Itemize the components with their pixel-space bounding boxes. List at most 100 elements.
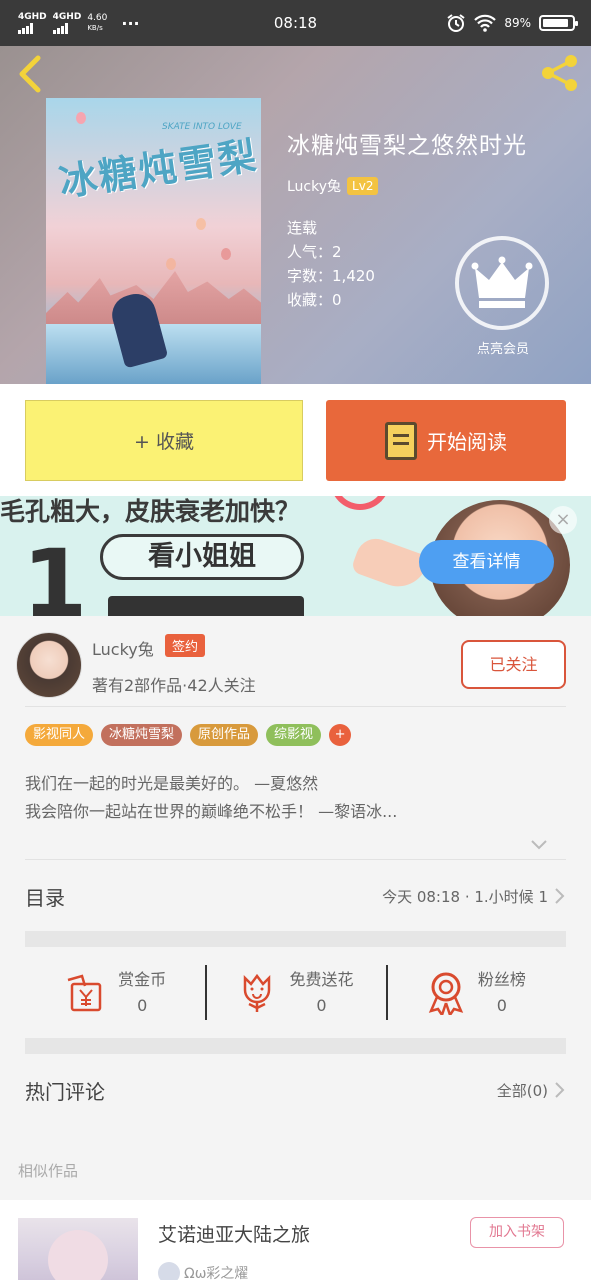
comments-all-text: 全部(0) bbox=[496, 1081, 548, 1100]
catalog-update: 今天 08:18 · 1.小时候 1 bbox=[382, 886, 566, 907]
stats-row: 赏金币 0 免费送花 0 粉丝榜 0 bbox=[25, 953, 566, 1033]
ad-banner[interactable]: 毛孔粗大，皮肤衰老加快？ 1 看小姐姐 查看详情 × bbox=[0, 496, 591, 616]
book-popularity: 人气：2 bbox=[287, 240, 375, 264]
fan-ranking-button[interactable]: 粉丝榜 0 bbox=[385, 953, 566, 1033]
book-detail-screen: 4GHD 4GHD 4.60 KB/s ··· 08:18 89% SKATE … bbox=[0, 0, 591, 1280]
similar-title: 艾诺迪亚大陆之旅 bbox=[158, 1224, 311, 1246]
battery-percent: 89% bbox=[504, 16, 531, 30]
tag-list: 影视同人 冰糖炖雪梨 原创作品 综影视 + bbox=[25, 724, 352, 746]
ad-decoration-bar bbox=[108, 596, 304, 616]
stat-value: 0 bbox=[496, 996, 507, 1015]
balloon-icon bbox=[166, 258, 176, 270]
stat-label: 免费送花 bbox=[289, 970, 354, 989]
tag-item[interactable]: 冰糖炖雪梨 bbox=[101, 724, 183, 746]
similar-cover bbox=[18, 1218, 138, 1280]
stat-value: 0 bbox=[137, 996, 148, 1015]
ad-pill-text: 看小姐姐 bbox=[100, 534, 304, 580]
tag-more-button[interactable]: + bbox=[329, 724, 352, 746]
wifi-icon bbox=[474, 14, 497, 32]
ad-detail-button[interactable]: 查看详情 bbox=[419, 540, 554, 584]
book-words: 字数：1,420 bbox=[287, 264, 375, 288]
status-bar: 4GHD 4GHD 4.60 KB/s ··· 08:18 89% bbox=[0, 0, 591, 46]
popularity-value: 2 bbox=[332, 243, 342, 261]
follow-button[interactable]: 已关注 bbox=[461, 640, 566, 689]
book-favorites: 收藏：0 bbox=[287, 288, 375, 312]
chevron-right-icon bbox=[555, 1082, 565, 1098]
chevron-right-icon bbox=[555, 888, 565, 904]
popularity-label: 人气： bbox=[287, 243, 333, 261]
catalog-update-text: 今天 08:18 · 1.小时候 1 bbox=[382, 887, 548, 906]
catalog-row[interactable]: 目录 今天 08:18 · 1.小时候 1 bbox=[25, 866, 566, 926]
favorites-value: 0 bbox=[332, 291, 342, 309]
detail-section: Lucky兔 签约 著有2部作品·42人关注 已关注 影视同人 冰糖炖雪梨 原创… bbox=[0, 616, 591, 1200]
tag-item[interactable]: 影视同人 bbox=[25, 724, 94, 746]
battery-icon bbox=[539, 15, 578, 31]
ad-hand-image bbox=[350, 533, 430, 595]
start-reading-button[interactable]: 开始阅读 bbox=[326, 400, 566, 481]
stat-label: 赏金币 bbox=[118, 970, 167, 989]
reward-coins-button[interactable]: 赏金币 0 bbox=[25, 953, 205, 1033]
tag-item[interactable]: 综影视 bbox=[266, 724, 322, 746]
send-flower-button[interactable]: 免费送花 0 bbox=[205, 953, 385, 1033]
book-info: 连载 人气：2 字数：1,420 收藏：0 bbox=[287, 216, 375, 312]
book-author[interactable]: Lucky兔 bbox=[287, 176, 341, 196]
book-intro[interactable]: 我们在一起的时光是最美好的。 —夏悠然 我会陪你一起站在世界的巅峰绝不松手！ —… bbox=[25, 770, 566, 826]
ad-headline: 毛孔粗大，皮肤衰老加快？ bbox=[0, 497, 301, 526]
back-button[interactable] bbox=[14, 54, 48, 94]
favorites-label: 收藏： bbox=[287, 291, 333, 309]
cover-title: 冰糖炖雪梨 bbox=[56, 132, 261, 205]
action-bar: + 收藏 开始阅读 bbox=[0, 384, 591, 496]
author-avatar[interactable] bbox=[16, 632, 82, 698]
send-flower-text: 免费送花 0 bbox=[289, 967, 353, 1019]
stat-label: 粉丝榜 bbox=[477, 970, 526, 989]
catalog-label: 目录 bbox=[25, 885, 65, 910]
medal-icon bbox=[428, 972, 463, 1015]
book-author-row: Lucky兔 Lv2 bbox=[287, 176, 379, 196]
similar-work-item[interactable]: 艾诺迪亚大陆之旅 加入书架 Ωω彩之燿 bbox=[0, 1200, 591, 1280]
crown-icon bbox=[471, 256, 533, 308]
similar-author: Ωω彩之燿 bbox=[158, 1262, 248, 1280]
book-status: 连载 bbox=[287, 219, 318, 237]
book-title: 冰糖炖雪梨之悠然时光 bbox=[287, 133, 527, 159]
flower-icon bbox=[244, 973, 271, 1012]
ad-close-button[interactable]: × bbox=[549, 506, 577, 534]
balloon-icon bbox=[76, 112, 86, 124]
reward-coins-text: 赏金币 0 bbox=[118, 967, 166, 1019]
intro-line-1: 我们在一起的时光是最美好的。 —夏悠然 bbox=[25, 774, 319, 793]
book-header: SKATE INTO LOVE 冰糖炖雪梨 冰糖炖雪梨之悠然时光 Lucky兔 … bbox=[0, 46, 591, 384]
comments-all: 全部(0) bbox=[497, 1080, 566, 1101]
signed-badge: 签约 bbox=[165, 634, 206, 657]
ad-number: 1 bbox=[22, 530, 88, 617]
section-gap bbox=[25, 1038, 566, 1054]
start-reading-label: 开始阅读 bbox=[427, 430, 507, 454]
comments-row[interactable]: 热门评论 全部(0) bbox=[25, 1060, 566, 1120]
section-gap bbox=[25, 931, 566, 947]
author-works: 著有2部作品·42人关注 bbox=[92, 676, 256, 695]
similar-author-name: Ωω彩之燿 bbox=[184, 1266, 249, 1280]
fan-ranking-text: 粉丝榜 0 bbox=[478, 967, 526, 1019]
book-cover[interactable]: SKATE INTO LOVE 冰糖炖雪梨 bbox=[46, 98, 261, 384]
chevron-down-icon[interactable] bbox=[530, 836, 548, 854]
words-value: 1,420 bbox=[332, 267, 375, 285]
alarm-icon bbox=[447, 14, 465, 32]
coin-envelope-icon bbox=[67, 974, 102, 1012]
divider bbox=[25, 706, 566, 707]
words-label: 字数： bbox=[287, 267, 333, 285]
comments-label: 热门评论 bbox=[25, 1079, 105, 1104]
balloon-icon bbox=[221, 248, 231, 260]
level-badge: Lv2 bbox=[347, 177, 379, 195]
author-name[interactable]: Lucky兔 bbox=[92, 636, 154, 660]
vip-label: 点亮会员 bbox=[476, 342, 529, 357]
vip-crown-button[interactable] bbox=[455, 236, 549, 330]
divider bbox=[25, 859, 566, 860]
add-to-shelf-button[interactable]: 加入书架 bbox=[470, 1217, 564, 1248]
ad-decoration bbox=[330, 496, 390, 510]
share-button[interactable] bbox=[539, 52, 581, 94]
tag-item[interactable]: 原创作品 bbox=[190, 724, 259, 746]
add-favorite-button[interactable]: + 收藏 bbox=[25, 400, 303, 481]
balloon-icon bbox=[196, 218, 206, 230]
status-right: 89% bbox=[446, 13, 578, 33]
stat-value: 0 bbox=[316, 996, 327, 1015]
book-icon bbox=[385, 421, 417, 460]
similar-section-label: 相似作品 bbox=[18, 1162, 79, 1180]
